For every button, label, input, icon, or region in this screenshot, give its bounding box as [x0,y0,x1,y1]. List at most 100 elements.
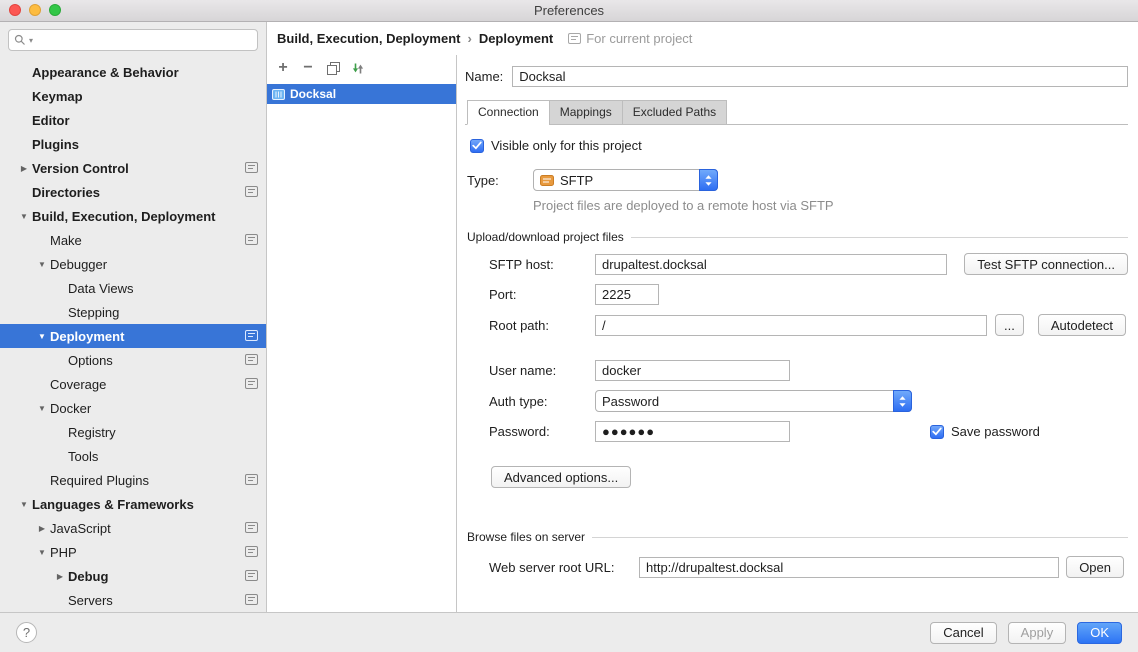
sidebar-item-version-control[interactable]: ▶Version Control [0,156,266,180]
web-root-input[interactable] [639,557,1059,578]
type-value: SFTP [560,173,593,188]
tab-connection[interactable]: Connection [467,100,550,125]
sidebar-item-servers[interactable]: Servers [0,588,266,612]
user-name-input[interactable] [595,360,790,381]
remove-icon[interactable]: − [301,61,315,75]
dialog-footer: ? Cancel Apply OK [0,612,1138,652]
password-input[interactable] [595,421,790,442]
auth-type-label: Auth type: [489,394,595,409]
server-list: Docksal [267,84,456,104]
sidebar-item-keymap[interactable]: Keymap [0,84,266,108]
auth-type-dropdown[interactable]: Password [595,390,912,412]
sidebar-item-data-views[interactable]: Data Views [0,276,266,300]
project-settings-icon [245,378,258,389]
sidebar-item-editor[interactable]: Editor [0,108,266,132]
sidebar-item-registry[interactable]: Registry [0,420,266,444]
title-bar[interactable]: Preferences [0,0,1138,22]
type-label: Type: [467,173,533,188]
footer-buttons: Cancel Apply OK [930,622,1122,644]
tab-excluded-paths[interactable]: Excluded Paths [622,100,727,125]
project-scope-icon [568,33,581,44]
chevron-down-icon[interactable]: ▼ [18,500,30,509]
sidebar-item-directories[interactable]: Directories [0,180,266,204]
tab-mappings[interactable]: Mappings [549,100,623,125]
sidebar-item-required-plugins[interactable]: Required Plugins [0,468,266,492]
user-name-row: User name: [467,360,1128,381]
project-settings-icon [245,186,258,197]
search-box[interactable]: ▾ [8,29,258,51]
browse-section-label: Browse files on server [467,530,585,544]
chevron-down-icon[interactable]: ▼ [36,260,48,269]
search-input[interactable] [36,33,252,47]
sidebar-item-label: PHP [50,545,77,560]
traffic-lights [9,4,61,16]
sidebar-item-debug[interactable]: ▶Debug [0,564,266,588]
sync-icon[interactable] [351,61,365,75]
minimize-button[interactable] [29,4,41,16]
sidebar-item-label: Keymap [32,89,83,104]
sidebar-item-php[interactable]: ▼PHP [0,540,266,564]
chevron-right-icon[interactable]: ▶ [54,572,66,581]
project-settings-icon [245,354,258,365]
test-connection-button[interactable]: Test SFTP connection... [964,253,1128,275]
advanced-options-button[interactable]: Advanced options... [491,466,631,488]
sidebar-item-label: Debug [68,569,108,584]
browse-root-button[interactable]: ... [995,314,1024,336]
sidebar-item-label: Coverage [50,377,106,392]
root-path-input[interactable] [595,315,987,336]
sidebar-item-languages-frameworks[interactable]: ▼Languages & Frameworks [0,492,266,516]
settings-tree: Appearance & Behavior Keymap Editor Plugins… [0,55,266,612]
sidebar-item-build-execution-deployment[interactable]: ▼Build, Execution, Deployment [0,204,266,228]
chevron-down-icon[interactable]: ▼ [36,404,48,413]
server-item-docksal[interactable]: Docksal [267,84,456,104]
project-settings-icon [245,234,258,245]
project-settings-icon [245,474,258,485]
project-settings-icon [245,330,258,341]
breadcrumb: Build, Execution, Deployment › Deploymen… [267,22,1138,55]
visible-only-checkbox[interactable] [470,139,484,153]
close-button[interactable] [9,4,21,16]
sidebar-item-stepping[interactable]: Stepping [0,300,266,324]
sidebar-item-deployment[interactable]: ▼Deployment [0,324,266,348]
apply-button[interactable]: Apply [1008,622,1067,644]
add-icon[interactable]: + [276,61,290,75]
sidebar-item-tools[interactable]: Tools [0,444,266,468]
help-button[interactable]: ? [16,622,37,643]
chevron-right-icon[interactable]: ▶ [18,164,30,173]
advanced-options-row: Advanced options... [467,466,1128,488]
password-row: Password: Save password [467,421,1128,442]
open-button[interactable]: Open [1066,556,1124,578]
port-input[interactable] [595,284,659,305]
settings-sidebar: ▾ Appearance & Behavior Keymap Editor Plugi… [0,22,267,612]
breadcrumb-parent[interactable]: Build, Execution, Deployment [277,31,460,46]
name-input[interactable] [512,66,1128,87]
port-row: Port: [467,284,1128,305]
sftp-host-input[interactable] [595,254,947,275]
chevron-right-icon[interactable]: ▶ [36,524,48,533]
chevron-down-icon[interactable]: ▼ [36,548,48,557]
sidebar-item-coverage[interactable]: Coverage [0,372,266,396]
save-password-checkbox[interactable] [930,425,944,439]
cancel-button[interactable]: Cancel [930,622,996,644]
sidebar-item-make[interactable]: Make [0,228,266,252]
sidebar-item-label: Directories [32,185,100,200]
sidebar-item-docker[interactable]: ▼Docker [0,396,266,420]
sidebar-item-javascript[interactable]: ▶JavaScript [0,516,266,540]
web-root-label: Web server root URL: [489,560,639,575]
autodetect-button[interactable]: Autodetect [1038,314,1126,336]
sidebar-item-plugins[interactable]: Plugins [0,132,266,156]
sidebar-item-debugger[interactable]: ▼Debugger [0,252,266,276]
project-settings-icon [245,546,258,557]
zoom-button[interactable] [49,4,61,16]
type-help-text: Project files are deployed to a remote h… [533,198,1128,213]
chevron-down-icon[interactable]: ▼ [18,212,30,221]
ok-button[interactable]: OK [1077,622,1122,644]
sidebar-item-label: Stepping [68,305,119,320]
copy-icon[interactable] [326,61,340,75]
chevron-down-icon[interactable]: ▼ [36,332,48,341]
sidebar-item-appearance-behavior[interactable]: Appearance & Behavior [0,60,266,84]
sidebar-item-options[interactable]: Options [0,348,266,372]
scope-label: For current project [586,31,692,46]
sidebar-item-label: Editor [32,113,70,128]
type-dropdown[interactable]: SFTP [533,169,718,191]
